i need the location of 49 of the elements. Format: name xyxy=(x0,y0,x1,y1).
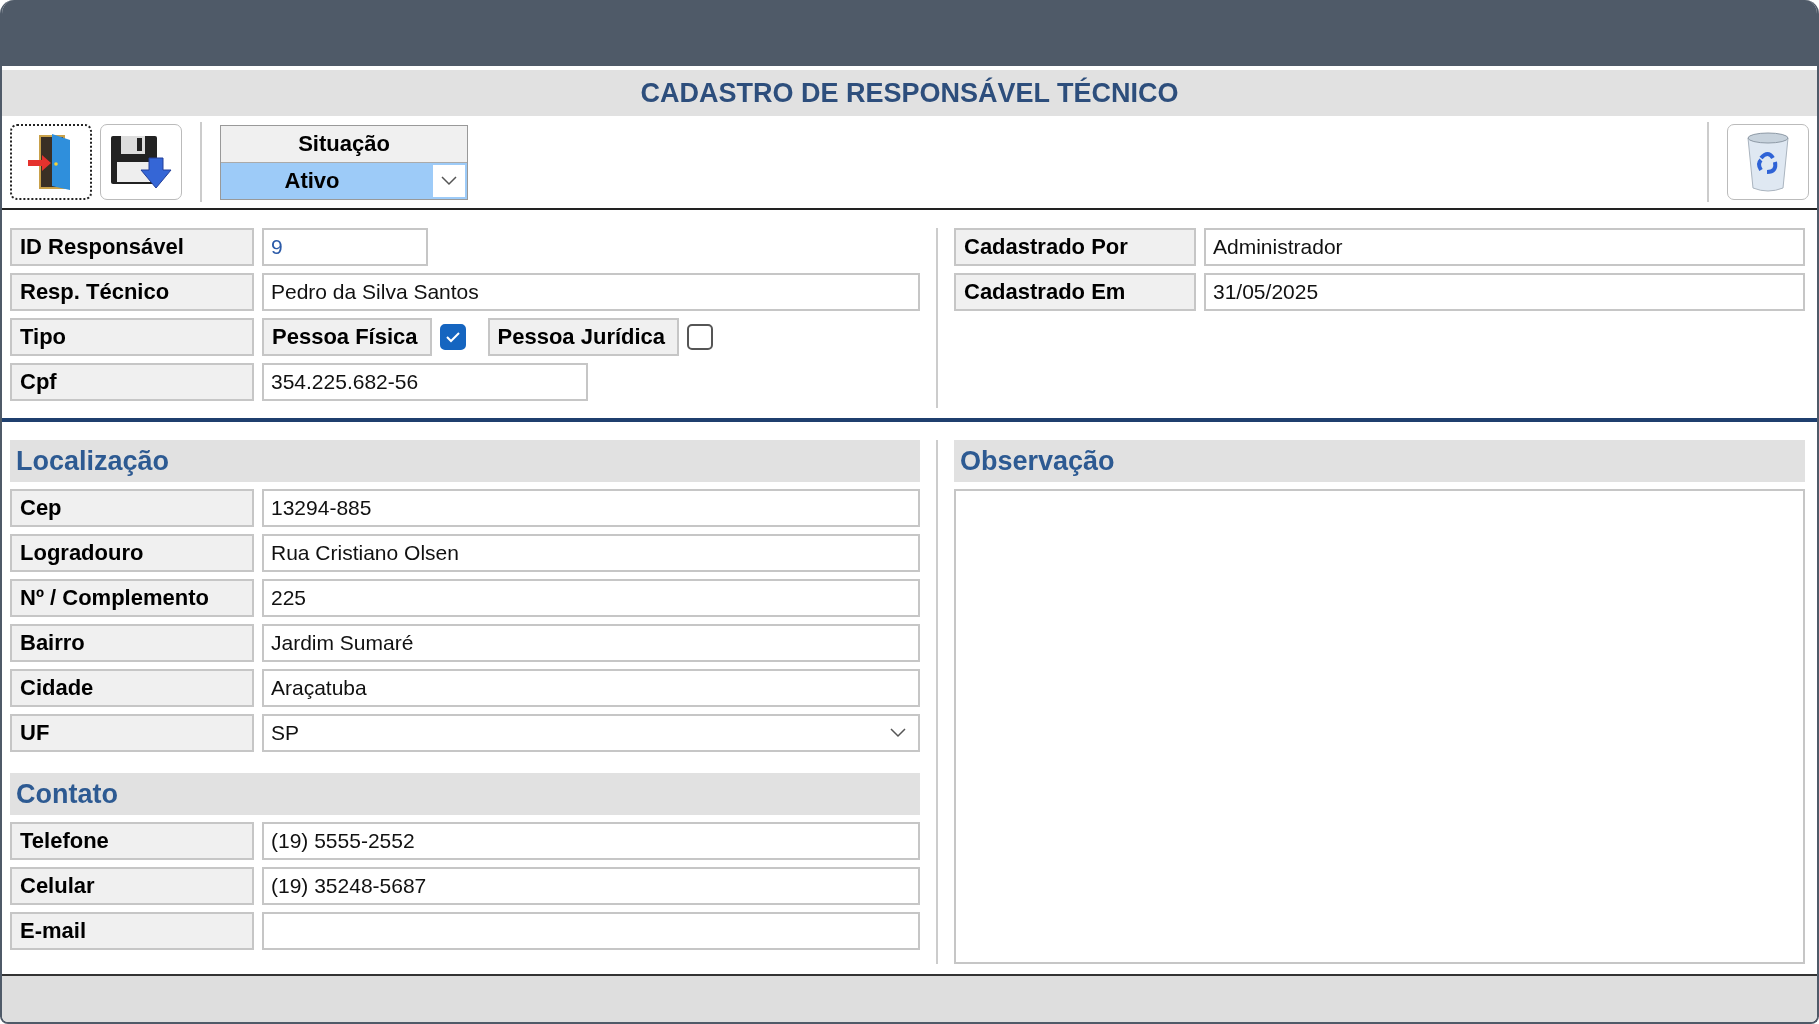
input-field[interactable]: 13294-885 xyxy=(262,489,920,527)
section-header: Localização xyxy=(10,440,920,482)
input-field[interactable]: Administrador xyxy=(1204,228,1805,266)
input-field[interactable] xyxy=(262,912,920,950)
form-title: CADASTRO DE RESPONSÁVEL TÉCNICO xyxy=(2,70,1817,116)
input-field[interactable]: Pedro da Silva Santos xyxy=(262,273,920,311)
field-label: Resp. Técnico xyxy=(10,273,254,311)
input-field[interactable]: Rua Cristiano Olsen xyxy=(262,534,920,572)
field-label: Logradouro xyxy=(10,534,254,572)
input-field[interactable]: 354.225.682-56 xyxy=(262,363,588,401)
check-icon xyxy=(444,331,461,343)
chevron-down-icon xyxy=(890,728,906,738)
field-label: Tipo xyxy=(10,318,254,356)
option-label: Pessoa Jurídica xyxy=(487,318,680,356)
option-label: Pessoa Física xyxy=(262,318,432,356)
state-dropdown[interactable]: SP xyxy=(262,714,920,752)
status-label: Situação xyxy=(221,125,467,163)
checkbox[interactable] xyxy=(439,324,466,350)
save-button[interactable] xyxy=(100,124,182,200)
chevron-down-icon xyxy=(441,175,457,186)
floppy-disk-icon xyxy=(109,134,173,190)
section-header: Observação xyxy=(954,440,1805,482)
field-label: Bairro xyxy=(10,624,254,662)
dropdown-value: SP xyxy=(271,721,299,745)
field-label: UF xyxy=(10,714,254,752)
field-label: Celular xyxy=(10,867,254,905)
input-field[interactable]: Jardim Sumaré xyxy=(262,624,920,662)
field-label: Telefone xyxy=(10,822,254,860)
field-label: Cidade xyxy=(10,669,254,707)
field-label: ID Responsável xyxy=(10,228,254,266)
input-field[interactable]: (19) 5555-2552 xyxy=(262,822,920,860)
checkbox[interactable] xyxy=(687,324,714,350)
exit-button[interactable] xyxy=(10,124,92,200)
field-label: Nº / Complemento xyxy=(10,579,254,617)
field-label: E-mail xyxy=(10,912,254,950)
input-field[interactable]: (19) 35248-5687 xyxy=(262,867,920,905)
input-field[interactable]: 9 xyxy=(262,228,428,266)
input-field[interactable]: 31/05/2025 xyxy=(1204,273,1805,311)
delete-button[interactable] xyxy=(1727,124,1809,200)
status-dropdown[interactable]: Ativo xyxy=(221,162,467,199)
input-field[interactable]: 225 xyxy=(262,579,920,617)
dropdown-button[interactable] xyxy=(433,164,465,197)
section-header: Contato xyxy=(10,773,920,815)
field-label: Cadastrado Por xyxy=(954,228,1196,266)
input-field[interactable]: Araçatuba xyxy=(262,669,920,707)
field-label: Cadastrado Em xyxy=(954,273,1196,311)
dropdown-value: Ativo xyxy=(283,167,341,194)
field-label: Cpf xyxy=(10,363,254,401)
field-label: Cep xyxy=(10,489,254,527)
